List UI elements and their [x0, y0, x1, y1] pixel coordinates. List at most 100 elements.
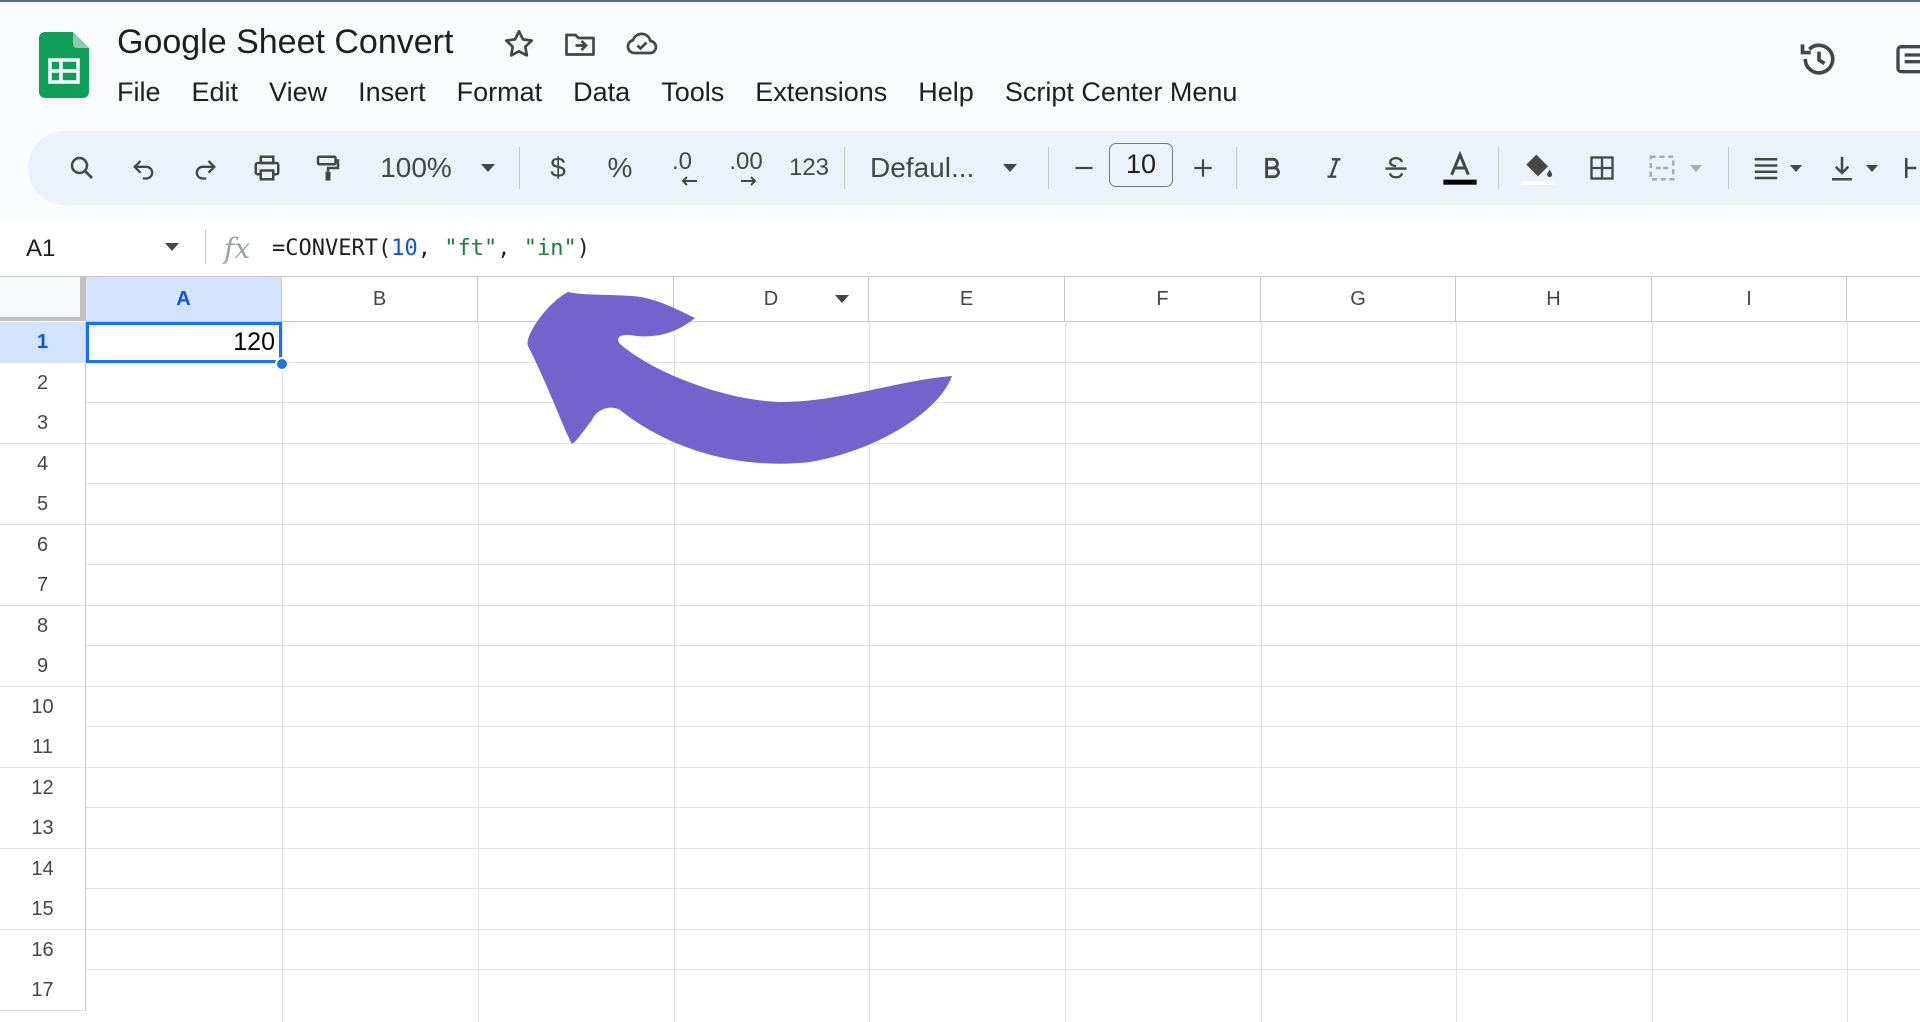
menu-bar: File Edit View Insert Format Data Tools …: [117, 72, 1268, 112]
row-header-17[interactable]: 17: [0, 970, 86, 1011]
italic-icon[interactable]: [1314, 131, 1354, 205]
sheets-logo-icon[interactable]: [39, 32, 89, 98]
row-header-1[interactable]: 1: [0, 322, 86, 363]
borders-icon[interactable]: [1582, 131, 1622, 205]
menu-script-center[interactable]: Script Center Menu: [1005, 72, 1238, 112]
row-header-9[interactable]: 9: [0, 646, 86, 687]
format-percent-button[interactable]: %: [600, 131, 640, 205]
column-header-a[interactable]: A: [86, 277, 282, 322]
name-box[interactable]: A1: [26, 234, 55, 264]
version-history-icon[interactable]: [1797, 37, 1841, 81]
column-header-b[interactable]: B: [282, 277, 478, 322]
vertical-align-icon[interactable]: [1818, 131, 1888, 205]
fill-handle[interactable]: [275, 357, 289, 371]
row-header-10[interactable]: 10: [0, 687, 86, 728]
decrease-font-size-button[interactable]: [1064, 131, 1104, 205]
search-icon[interactable]: [62, 131, 102, 205]
zoom-select[interactable]: 100%: [373, 131, 503, 205]
cloud-saved-icon[interactable]: [624, 26, 660, 62]
menu-format[interactable]: Format: [457, 72, 543, 112]
chevron-down-icon[interactable]: [164, 242, 180, 252]
grid-line: [86, 686, 1920, 687]
row-header-6[interactable]: 6: [0, 525, 86, 566]
grid-line: [86, 483, 1920, 484]
grid-line: [1847, 322, 1848, 1022]
row-header-16[interactable]: 16: [0, 930, 86, 971]
grid-line: [86, 443, 1920, 444]
column-header-i[interactable]: I: [1652, 277, 1847, 322]
row-header-8[interactable]: 8: [0, 606, 86, 647]
format-currency-button[interactable]: $: [538, 131, 578, 205]
menu-data[interactable]: Data: [573, 72, 630, 112]
document-title[interactable]: Google Sheet Convert: [117, 20, 453, 64]
menu-edit[interactable]: Edit: [192, 72, 239, 112]
formula-input[interactable]: =CONVERT(10, "ft", "in"): [272, 234, 590, 264]
bold-icon[interactable]: [1252, 131, 1292, 205]
menu-tools[interactable]: Tools: [661, 72, 724, 112]
toolbar-divider: [1048, 147, 1049, 189]
grid-line: [86, 605, 1920, 606]
redo-icon[interactable]: [185, 131, 225, 205]
font-size-input[interactable]: 10: [1109, 143, 1173, 187]
fill-color-icon[interactable]: [1514, 131, 1562, 205]
chevron-down-icon: [480, 164, 495, 172]
paint-format-icon[interactable]: [308, 131, 348, 205]
grid-line: [478, 322, 479, 1022]
chevron-down-icon: [1689, 164, 1703, 172]
row-header-11[interactable]: 11: [0, 727, 86, 768]
print-icon[interactable]: [247, 131, 287, 205]
grid-line: [86, 402, 1920, 403]
column-header-j[interactable]: [1847, 277, 1920, 322]
more-formats-button[interactable]: 123: [781, 131, 837, 205]
chevron-down-icon: [1003, 164, 1018, 172]
row-header-13[interactable]: 13: [0, 808, 86, 849]
fx-icon: fx: [224, 232, 251, 265]
grid-line: [86, 767, 1920, 768]
undo-icon[interactable]: [124, 131, 164, 205]
select-all-corner[interactable]: [0, 277, 86, 321]
row-header-14[interactable]: 14: [0, 849, 86, 890]
menu-insert[interactable]: Insert: [358, 72, 426, 112]
font-family-select[interactable]: Defaul...: [870, 131, 1060, 205]
toolbar-divider: [1236, 147, 1237, 189]
grid-line: [86, 524, 1920, 525]
row-header-3[interactable]: 3: [0, 403, 86, 444]
menu-view[interactable]: View: [269, 72, 327, 112]
chevron-down-icon: [1789, 164, 1803, 172]
column-header-g[interactable]: G: [1261, 277, 1456, 322]
zoom-value: 100%: [380, 152, 452, 183]
text-color-icon[interactable]: [1438, 131, 1482, 205]
comments-icon[interactable]: [1893, 40, 1920, 80]
column-header-f[interactable]: F: [1065, 277, 1261, 322]
align-icon[interactable]: [1742, 131, 1812, 205]
row-header-7[interactable]: 7: [0, 565, 86, 606]
row-header-15[interactable]: 15: [0, 889, 86, 930]
text-wrap-icon[interactable]: [1898, 131, 1920, 205]
row-header-2[interactable]: 2: [0, 363, 86, 404]
move-to-folder-icon[interactable]: [562, 26, 598, 62]
grid-line: [86, 888, 1920, 889]
arrow-left-icon: [681, 176, 697, 186]
merge-cells-icon[interactable]: [1640, 131, 1710, 205]
grid-line: [86, 848, 1920, 849]
strikethrough-icon[interactable]: [1376, 131, 1416, 205]
grid-line: [86, 969, 1920, 970]
menu-file[interactable]: File: [117, 72, 161, 112]
star-icon[interactable]: [501, 26, 537, 62]
menu-help[interactable]: Help: [918, 72, 974, 112]
grid-line: [282, 322, 283, 1022]
row-header-4[interactable]: 4: [0, 444, 86, 485]
row-header-12[interactable]: 12: [0, 768, 86, 809]
increase-font-size-button[interactable]: [1183, 131, 1223, 205]
grid-line: [1065, 322, 1066, 1022]
menu-extensions[interactable]: Extensions: [755, 72, 887, 112]
cell-a1[interactable]: 120: [86, 322, 282, 363]
column-header-h[interactable]: H: [1456, 277, 1652, 322]
increase-decimal-button[interactable]: .00: [718, 131, 774, 205]
chevron-down-icon: [1865, 164, 1879, 172]
grid-line: [86, 929, 1920, 930]
decrease-decimal-button[interactable]: .0: [658, 131, 706, 205]
row-header-5[interactable]: 5: [0, 484, 86, 525]
toolbar-divider: [519, 147, 520, 189]
toolbar: 100% $ % .0 .00 123 Defaul...: [28, 131, 1920, 205]
